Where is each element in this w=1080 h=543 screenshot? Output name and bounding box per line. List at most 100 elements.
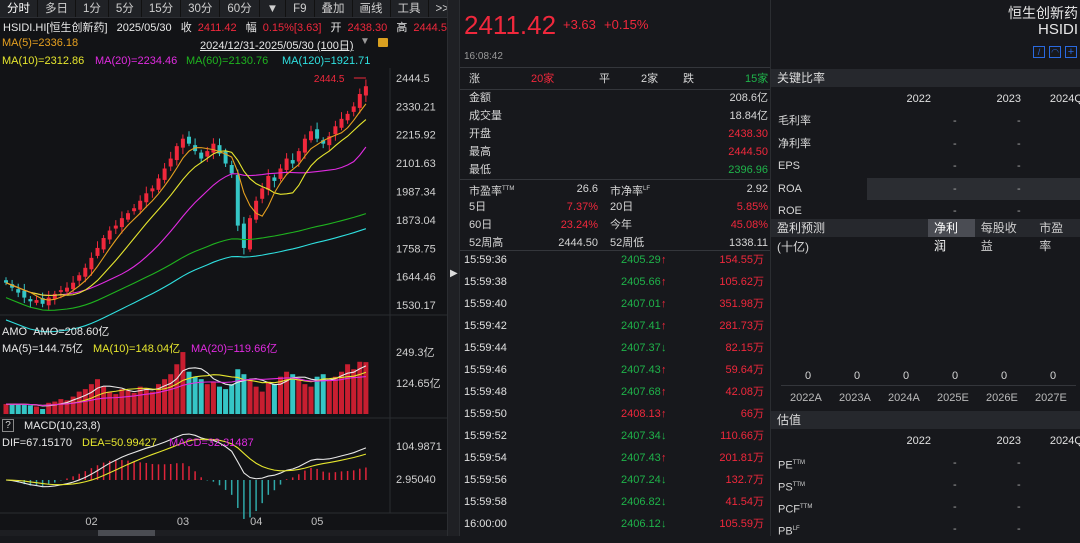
expand-arrow-icon[interactable]: ▶ [450, 268, 458, 279]
tick-row: 15:59:38 2405.66 ↑ 105.62万 [460, 273, 770, 295]
volume-bar [332, 376, 338, 414]
tick-volume: 132.7万 [725, 474, 764, 486]
macd-dea: DEA=50.99427 [82, 437, 157, 449]
arrow-up-icon: ↑ [661, 364, 667, 376]
candle [46, 297, 51, 306]
toolbar-item[interactable]: 30分 [181, 0, 221, 17]
volume-bar [40, 409, 46, 414]
up-label: 涨 [469, 73, 480, 85]
toolbar-item[interactable]: 15分 [142, 0, 182, 17]
candle [89, 257, 94, 270]
candle [180, 138, 185, 148]
candle [229, 165, 234, 174]
scrollbar-thumb[interactable] [98, 530, 155, 536]
valuation-label: PBLF [778, 518, 800, 543]
up-count: 20家 [531, 73, 555, 85]
help-button[interactable]: ? [2, 419, 14, 432]
arrow-up-icon: ↑ [661, 298, 667, 310]
date-range-selector[interactable]: 2024/12/31-2025/05/30 (100日) [200, 37, 354, 53]
bell-icon[interactable]: ◠ [1049, 46, 1061, 58]
kline-chart[interactable]: 2444.5 2330.21 2215.92 2101.63 1987.34 1873.0… [0, 68, 447, 536]
amo-value: AMO=208.60亿 [33, 326, 110, 338]
x-tick-label: 04 [250, 516, 262, 528]
arrow-up-icon: ↑ [661, 452, 667, 464]
year-header: 2024Q2 [1049, 435, 1080, 447]
toolbar-item[interactable]: 工具 [391, 0, 429, 17]
forecast-tab[interactable]: 净利润 [928, 219, 975, 253]
forecast-unit: (十亿) [777, 240, 809, 254]
forecast-year: 2024A [888, 392, 920, 404]
volume-bar [302, 384, 308, 414]
ratio-row: EPS--- [771, 155, 1080, 178]
forecast-value: 0 [1001, 370, 1008, 382]
tick-price: 2407.01 [621, 298, 661, 310]
candle [357, 94, 362, 108]
tick-row: 15:59:52 2407.34 ↓ 110.66万 [460, 427, 770, 449]
quote-panel: 2411.42 +3.63 +0.15% 16:08:42 涨 20家 平 2家… [460, 0, 770, 536]
volume-bar [34, 406, 39, 414]
forecast-value: 0 [952, 370, 959, 382]
toolbar-item[interactable]: 5分 [109, 0, 142, 17]
toolbar-item[interactable]: F9 [286, 0, 315, 17]
toolbar-item[interactable]: 叠加 [315, 0, 353, 17]
edit-icon[interactable]: / [1033, 46, 1045, 58]
arrow-down-icon: ↓ [661, 342, 667, 354]
tick-volume: 82.15万 [725, 342, 764, 354]
candle [290, 160, 295, 164]
toolbar-item[interactable]: 分时 [0, 0, 38, 17]
range-dropdown-icon[interactable]: ▼ [360, 36, 370, 47]
candle [113, 225, 118, 229]
high-label: 高 [396, 22, 408, 34]
ratio-label: 毛利率 [778, 115, 811, 127]
candle [150, 188, 155, 192]
tick-row: 15:59:46 2407.43 ↑ 59.64万 [460, 361, 770, 383]
lock-icon[interactable] [378, 38, 388, 47]
toolbar-item[interactable]: 多日 [38, 0, 76, 17]
add-icon[interactable]: + [1065, 46, 1077, 58]
price-change: +3.63 [563, 17, 596, 32]
candle [77, 275, 82, 281]
perf-row: 市盈率TTM 26.6 市净率LF 2.92 [460, 180, 770, 198]
tick-time: 15:59:36 [464, 254, 507, 266]
tick-price: 2407.24 [621, 474, 661, 486]
tick-list[interactable]: 15:59:36 2405.29 ↑ 154.55万 15:59:38 2405.66 ↑ 1… [460, 250, 770, 537]
ratio-value: - [953, 182, 957, 195]
perf-label-text: 52周高 [469, 237, 504, 249]
candle [309, 131, 313, 141]
key-ratios-table: 202220232024Q2毛利率---净利率---EPS---ROA---RO… [771, 88, 1080, 223]
price-change-pct: +0.15% [604, 17, 649, 32]
forecast-tab[interactable]: 每股收益 [975, 219, 1033, 253]
tick-price: 2407.34 [621, 430, 661, 442]
stat-label: 成交量 [469, 110, 502, 122]
volume-bar [180, 352, 186, 414]
toolbar-item[interactable]: 画线 [353, 0, 391, 17]
toolbar-item[interactable]: 60分 [220, 0, 260, 17]
tick-volume: 59.64万 [725, 364, 764, 376]
toolbar-item[interactable]: ▼ [260, 0, 287, 17]
candle [205, 151, 210, 157]
x-tick-label: 03 [177, 516, 189, 528]
amo-tick-label: 249.3亿 [396, 346, 435, 359]
forecast-year: 2025E [937, 392, 969, 404]
ratio-value: - [953, 115, 957, 127]
price-tick-label: 1530.17 [396, 300, 436, 312]
chart-scrollbar[interactable] [0, 530, 447, 536]
candle [138, 200, 143, 210]
volume-bar [217, 386, 222, 414]
volume-bar [314, 376, 320, 414]
stat-label: 金额 [469, 92, 491, 104]
toolbar-item[interactable]: 1分 [76, 0, 109, 17]
candle [241, 223, 246, 248]
panel-divider[interactable]: ▶ [447, 0, 460, 536]
perf-label: 5日 [469, 198, 486, 216]
candle [4, 280, 8, 283]
tick-time: 16:00:00 [464, 518, 507, 530]
arrow-down-icon: ↓ [661, 496, 667, 508]
volume-bar [210, 381, 216, 414]
ratio-value: - [1017, 182, 1021, 195]
forecast-tab[interactable]: 市盈率 [1033, 219, 1080, 253]
stat-label: 开盘 [469, 128, 491, 140]
valuation-value: - [953, 479, 957, 491]
tick-price: 2406.82 [621, 496, 661, 508]
candle [187, 136, 191, 144]
